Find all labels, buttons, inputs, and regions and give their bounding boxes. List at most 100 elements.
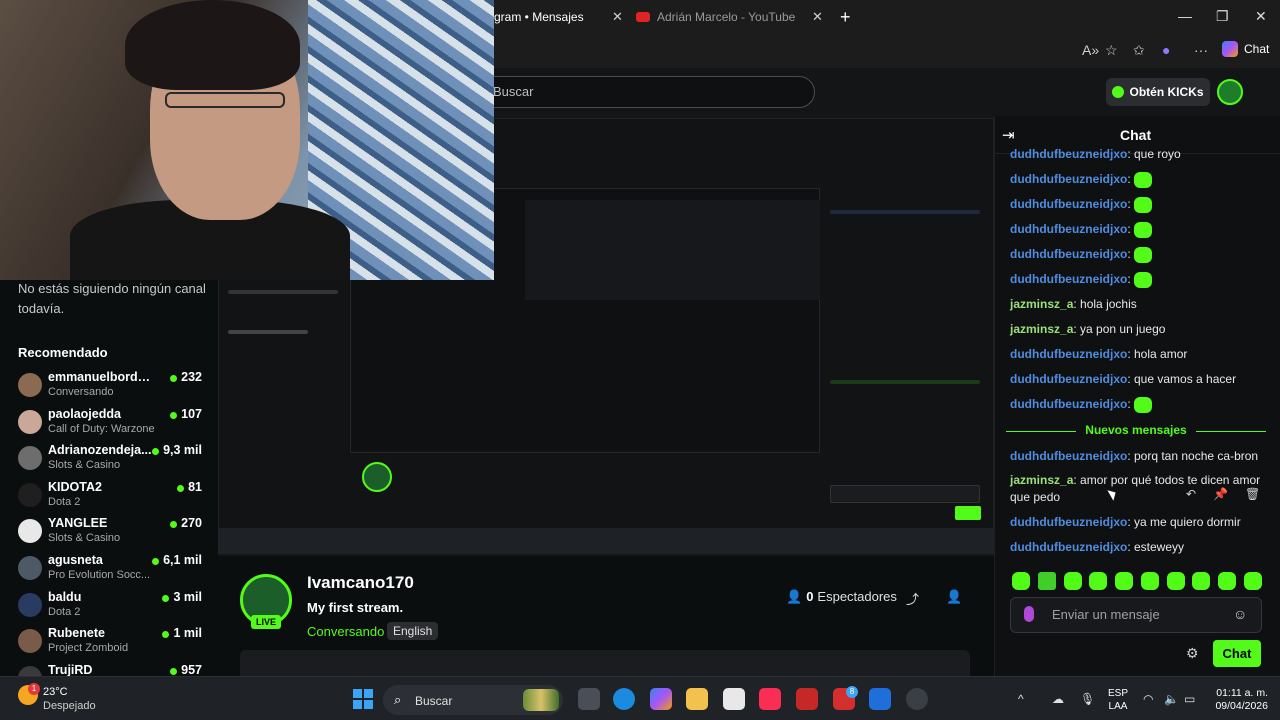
emote-button[interactable]: [1063, 572, 1082, 590]
clock[interactable]: 01:11 a. m. 09/04/2026: [1212, 687, 1268, 713]
weather-temperature[interactable]: 23°C: [43, 686, 68, 698]
colon: :: [1127, 147, 1134, 161]
read-aloud-icon[interactable]: A»: [1082, 42, 1099, 58]
emote-button[interactable]: [1012, 572, 1030, 590]
pin-icon[interactable]: 📌: [1213, 487, 1228, 501]
chat-username[interactable]: dudhdufbeuzneidjxo: [1010, 222, 1127, 236]
emote-button[interactable]: [1218, 572, 1237, 590]
wifi-icon[interactable]: ◠: [1143, 692, 1153, 706]
battery-icon[interactable]: ▭: [1184, 692, 1195, 706]
chat-message[interactable]: dudhdufbeuzneidjxo:: [1010, 196, 1272, 213]
file-explorer-icon[interactable]: [686, 688, 708, 710]
chat-username[interactable]: dudhdufbeuzneidjxo: [1010, 540, 1127, 554]
chat-message[interactable]: dudhdufbeuzneidjxo:: [1010, 246, 1272, 263]
chat-send-button[interactable]: Chat: [1213, 640, 1261, 667]
reply-icon[interactable]: ↶: [1186, 487, 1196, 501]
close-window-icon[interactable]: ✕: [1255, 8, 1267, 25]
tab-instagram[interactable]: gram • Mensajes ✕: [494, 4, 624, 30]
language-indicator[interactable]: ESP LAA: [1108, 687, 1128, 713]
get-kicks-button[interactable]: Obtén KICKs: [1106, 78, 1210, 106]
user-avatar[interactable]: [1217, 79, 1243, 105]
emote-button[interactable]: [1089, 572, 1108, 590]
recommended-channel[interactable]: emmanuelbordonn Conversando 232: [18, 370, 208, 404]
weather-description[interactable]: Despejado: [43, 700, 96, 712]
tab-youtube[interactable]: Adrián Marcelo - YouTube ✕: [636, 4, 826, 30]
close-tab-icon[interactable]: ✕: [612, 9, 623, 25]
copilot-app-icon[interactable]: [650, 688, 672, 710]
chat-username[interactable]: dudhdufbeuzneidjxo: [1010, 347, 1127, 361]
store-icon[interactable]: [723, 688, 745, 710]
start-button[interactable]: [353, 689, 373, 709]
chat-message[interactable]: dudhdufbeuzneidjxo:: [1010, 171, 1272, 188]
chat-username[interactable]: jazminsz_a: [1010, 473, 1073, 487]
chat-message[interactable]: dudhdufbeuzneidjxo:: [1010, 221, 1272, 238]
recommended-channel[interactable]: Rubenete Project Zomboid 1 mil: [18, 626, 208, 660]
chat-username[interactable]: jazminsz_a: [1010, 297, 1073, 311]
emote-button[interactable]: [1192, 572, 1211, 590]
chat-username[interactable]: dudhdufbeuzneidjxo: [1010, 397, 1127, 411]
favorites-icon[interactable]: ✩: [1133, 42, 1145, 59]
emote-button[interactable]: [1243, 572, 1262, 590]
emoji-picker-icon[interactable]: ☺: [1233, 606, 1247, 622]
recommended-channel[interactable]: agusneta Pro Evolution Socc... 6,1 mil: [18, 553, 208, 587]
follow-user-icon[interactable]: 👤: [946, 589, 962, 605]
security-app-icon[interactable]: [796, 688, 818, 710]
emote-button[interactable]: [1115, 572, 1134, 590]
chat-message[interactable]: jazminsz_a: ya pon un juego: [1010, 321, 1272, 338]
edge-icon[interactable]: [613, 688, 635, 710]
delete-icon[interactable]: 🗑: [1245, 487, 1260, 501]
chat-message[interactable]: dudhdufbeuzneidjxo: esteweyy: [1010, 539, 1272, 556]
minimize-icon[interactable]: —: [1178, 8, 1192, 24]
emote-button[interactable]: [1140, 572, 1159, 590]
chat-username[interactable]: dudhdufbeuzneidjxo: [1010, 272, 1127, 286]
chat-message[interactable]: dudhdufbeuzneidjxo: que vamos a hacer: [1010, 371, 1272, 388]
recommended-channel[interactable]: baldu Dota 2 3 mil: [18, 590, 208, 624]
chat-message[interactable]: dudhdufbeuzneidjxo: porq tan noche ca-br…: [1010, 448, 1272, 465]
share-icon[interactable]: ⤴: [906, 589, 919, 608]
channel-name: emmanuelbordonn: [48, 370, 156, 384]
music-icon[interactable]: [759, 688, 781, 710]
settings-app-icon[interactable]: [906, 688, 928, 710]
recommended-channel[interactable]: paolaojedda Call of Duty: Warzone 107: [18, 407, 208, 441]
stream-category[interactable]: Conversando: [307, 624, 384, 639]
chat-message[interactable]: dudhdufbeuzneidjxo:: [1010, 396, 1272, 413]
volume-icon[interactable]: 🔈: [1164, 692, 1179, 706]
copilot-chat-button[interactable]: Chat: [1222, 41, 1269, 57]
chat-message[interactable]: dudhdufbeuzneidjxo: ya me quiero dormir: [1010, 514, 1272, 531]
recommended-channel[interactable]: Adrianozendeja... Slots & Casino 9,3 mil: [18, 443, 208, 477]
collapse-chat-icon[interactable]: ⇥: [1002, 126, 1015, 144]
chat-username[interactable]: dudhdufbeuzneidjxo: [1010, 515, 1127, 529]
chat-username[interactable]: dudhdufbeuzneidjxo: [1010, 449, 1127, 463]
recommended-channel[interactable]: KIDOTA2 Dota 2 81: [18, 480, 208, 514]
chat-message[interactable]: dudhdufbeuzneidjxo:: [1010, 271, 1272, 288]
channel-category: Dota 2: [48, 605, 81, 618]
new-tab-button[interactable]: +: [840, 4, 851, 30]
close-tab-icon[interactable]: ✕: [812, 9, 823, 25]
channel-name[interactable]: Ivamcano170: [307, 573, 414, 593]
emote-button[interactable]: [1037, 572, 1056, 590]
task-view-icon[interactable]: [578, 688, 600, 710]
chat-username[interactable]: jazminsz_a: [1010, 322, 1073, 336]
chat-username[interactable]: dudhdufbeuzneidjxo: [1010, 247, 1127, 261]
chat-message[interactable]: dudhdufbeuzneidjxo: que royo: [1010, 146, 1272, 163]
chat-settings-icon[interactable]: ⚙: [1186, 645, 1199, 662]
tray-chevron-icon[interactable]: ^: [1018, 692, 1024, 706]
channel-name: Rubenete: [48, 626, 105, 641]
chat-message[interactable]: jazminsz_a: hola jochis: [1010, 296, 1272, 313]
language-tag[interactable]: English: [387, 622, 439, 640]
extension-icon[interactable]: ●: [1162, 42, 1170, 58]
onedrive-icon[interactable]: ☁: [1052, 692, 1064, 706]
more-icon[interactable]: ···: [1194, 42, 1208, 58]
chat-username[interactable]: dudhdufbeuzneidjxo: [1010, 172, 1127, 186]
recommended-channel[interactable]: YANGLEE Slots & Casino 270: [18, 516, 208, 550]
microphone-icon[interactable]: [1024, 606, 1034, 622]
mic-tray-icon[interactable]: 🎙: [1080, 692, 1095, 706]
chat-message[interactable]: dudhdufbeuzneidjxo: hola amor: [1010, 346, 1272, 363]
chat-username[interactable]: dudhdufbeuzneidjxo: [1010, 197, 1127, 211]
chat-username[interactable]: dudhdufbeuzneidjxo: [1010, 372, 1127, 386]
emote-button[interactable]: [1166, 572, 1185, 590]
maximize-icon[interactable]: ❐: [1216, 8, 1229, 25]
favorite-star-icon[interactable]: ☆: [1105, 42, 1118, 59]
outlook-icon[interactable]: [869, 688, 891, 710]
chat-username[interactable]: dudhdufbeuzneidjxo: [1010, 147, 1127, 161]
